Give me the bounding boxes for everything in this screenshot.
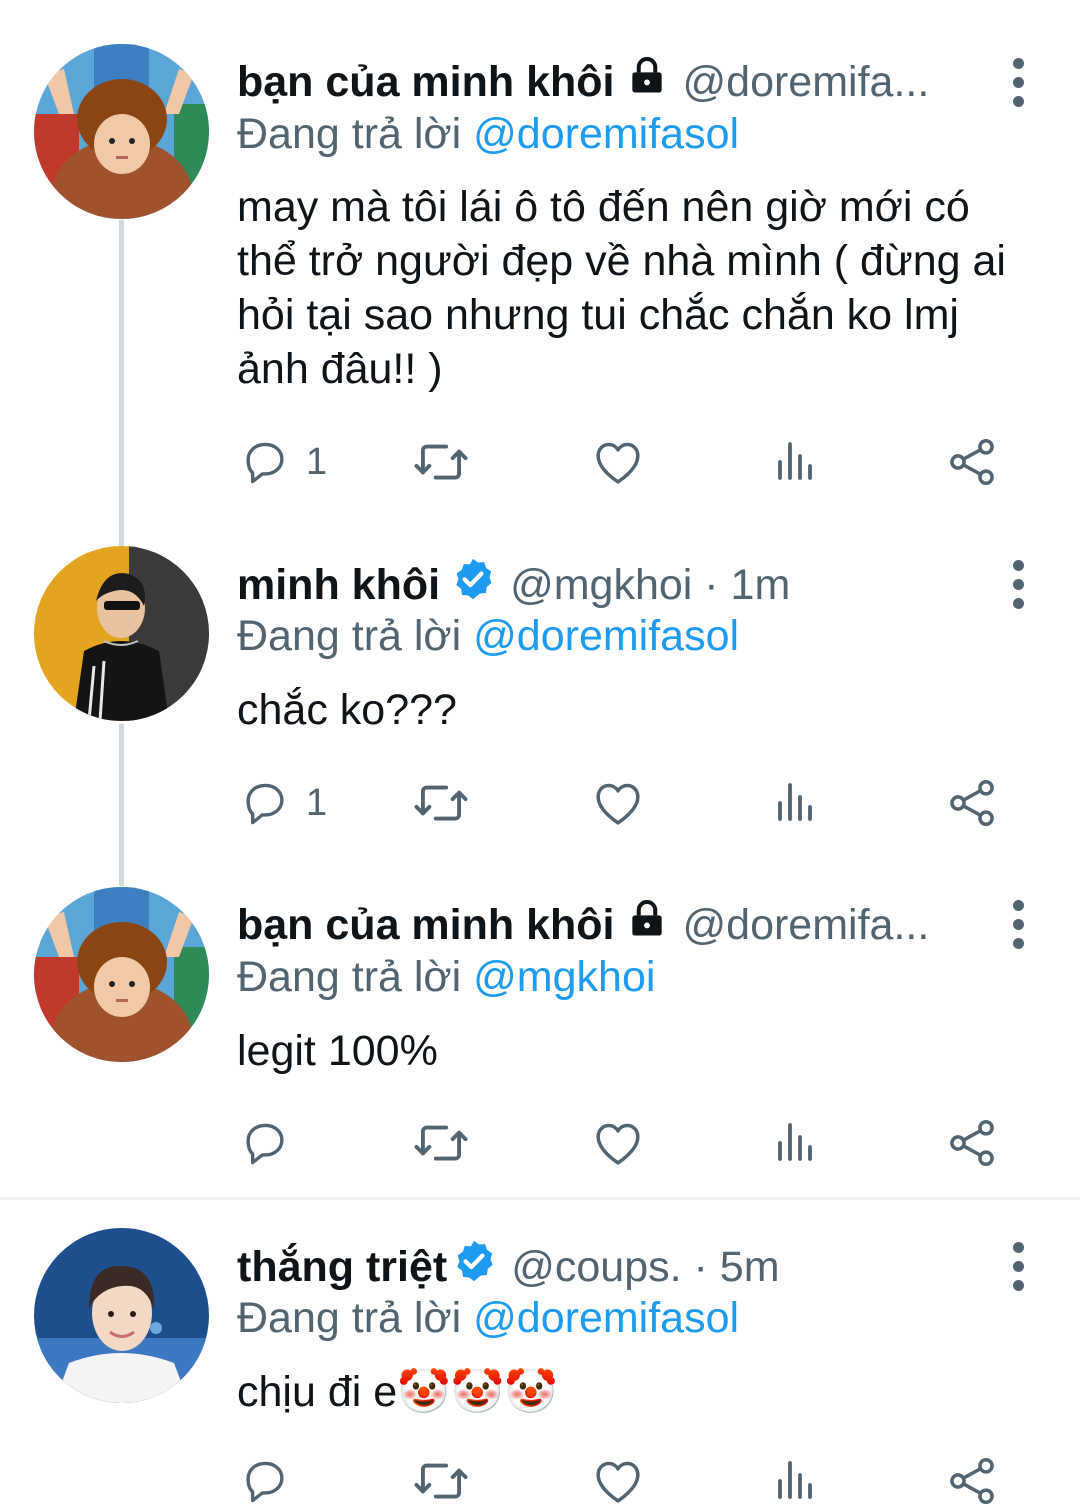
user-handle[interactable]: @mgkhoi · 1m (510, 560, 790, 610)
reply-button[interactable] (238, 1113, 306, 1173)
like-button[interactable] (590, 432, 646, 492)
action-bar: 1 (0, 773, 1080, 833)
tweet-header: minh khôi @mgkhoi · 1m (237, 556, 1010, 613)
tweet-text: chịu đi e🤡🤡🤡 (237, 1368, 558, 1416)
replying-to: Đang trả lời @doremifasol (237, 1292, 739, 1344)
reply-button[interactable]: 1 (238, 773, 327, 833)
like-icon (590, 775, 646, 831)
like-button[interactable] (590, 1451, 646, 1511)
tweet-text: may mà tôi lái ô tô đến nên giờ mới có t… (237, 183, 1006, 393)
lock-icon (625, 54, 669, 109)
reply-icon (238, 435, 292, 489)
display-name[interactable]: minh khôi (237, 560, 440, 610)
reply-button[interactable] (238, 1451, 306, 1511)
like-icon (590, 1453, 646, 1509)
tweet-header: thắng triệt @coups. · 5m (237, 1238, 1010, 1295)
tweet-text: legit 100% (237, 1027, 438, 1075)
share-icon (944, 775, 1000, 831)
retweet-icon (410, 1450, 472, 1512)
replying-prefix: Đang trả lời (237, 110, 462, 158)
share-button[interactable] (944, 432, 1000, 492)
reply-icon (238, 1116, 292, 1170)
tweet-text: chắc ko??? (237, 686, 457, 734)
views-icon (770, 1119, 818, 1167)
replying-prefix: Đang trả lời (237, 953, 462, 1001)
tweet-header: bạn của minh khôi @doremifa... (237, 897, 1010, 952)
share-icon (944, 1115, 1000, 1171)
replying-to: Đang trả lời @mgkhoi (237, 951, 655, 1003)
avatar[interactable] (34, 44, 209, 219)
verified-badge-icon (451, 1238, 497, 1295)
user-handle[interactable]: @doremifa... (683, 57, 930, 107)
share-icon (944, 1453, 1000, 1509)
share-button[interactable] (944, 1113, 1000, 1173)
views-icon (770, 438, 818, 486)
replying-prefix: Đang trả lời (237, 1294, 462, 1342)
retweet-button[interactable] (410, 773, 472, 833)
share-button[interactable] (944, 1451, 1000, 1511)
tweet[interactable]: bạn của minh khôi @doremifa... Đang trả … (0, 0, 1080, 530)
lock-icon (625, 897, 669, 952)
display-name[interactable]: bạn của minh khôi (237, 900, 615, 950)
reply-icon (238, 1454, 292, 1508)
avatar[interactable] (34, 887, 209, 1062)
views-button[interactable] (770, 1113, 818, 1173)
more-icon[interactable] (1008, 560, 1028, 609)
replying-to: Đang trả lời @doremifasol (237, 108, 739, 160)
retweet-icon (410, 431, 472, 493)
like-icon (590, 434, 646, 490)
views-button[interactable] (770, 773, 818, 833)
like-icon (590, 1115, 646, 1171)
reply-button[interactable]: 1 (238, 432, 327, 492)
display-name[interactable]: bạn của minh khôi (237, 57, 615, 107)
retweet-button[interactable] (410, 1113, 472, 1173)
reply-count: 1 (306, 440, 328, 483)
divider (0, 1197, 1080, 1200)
like-button[interactable] (590, 1113, 646, 1173)
replying-to: Đang trả lời @doremifasol (237, 610, 739, 662)
more-icon[interactable] (1008, 1242, 1028, 1291)
action-bar (0, 1113, 1080, 1173)
display-name[interactable]: thắng triệt (237, 1242, 447, 1292)
mention-link[interactable]: @doremifasol (473, 612, 739, 660)
retweet-button[interactable] (410, 432, 472, 492)
mention-link[interactable]: @doremifasol (473, 1294, 739, 1342)
retweet-button[interactable] (410, 1451, 472, 1511)
verified-badge-icon (450, 556, 496, 613)
retweet-icon (410, 772, 472, 834)
tweet-header: bạn của minh khôi @doremifa... (237, 54, 1010, 109)
retweet-icon (410, 1112, 472, 1174)
reply-count: 1 (306, 781, 328, 824)
replying-prefix: Đang trả lời (237, 612, 462, 660)
views-button[interactable] (770, 432, 818, 492)
views-icon (770, 779, 818, 827)
like-button[interactable] (590, 773, 646, 833)
more-icon[interactable] (1008, 58, 1028, 107)
more-icon[interactable] (1008, 900, 1028, 949)
share-icon (944, 434, 1000, 490)
views-icon (770, 1457, 818, 1505)
action-bar (0, 1451, 1080, 1511)
user-handle[interactable]: @coups. · 5m (511, 1242, 779, 1292)
avatar[interactable] (34, 1228, 209, 1403)
mention-link[interactable]: @doremifasol (473, 110, 739, 158)
mention-link[interactable]: @mgkhoi (473, 953, 655, 1001)
share-button[interactable] (944, 773, 1000, 833)
views-button[interactable] (770, 1451, 818, 1511)
action-bar: 1 (0, 432, 1080, 492)
avatar[interactable] (34, 546, 209, 721)
user-handle[interactable]: @doremifa... (683, 900, 930, 950)
reply-icon (238, 776, 292, 830)
